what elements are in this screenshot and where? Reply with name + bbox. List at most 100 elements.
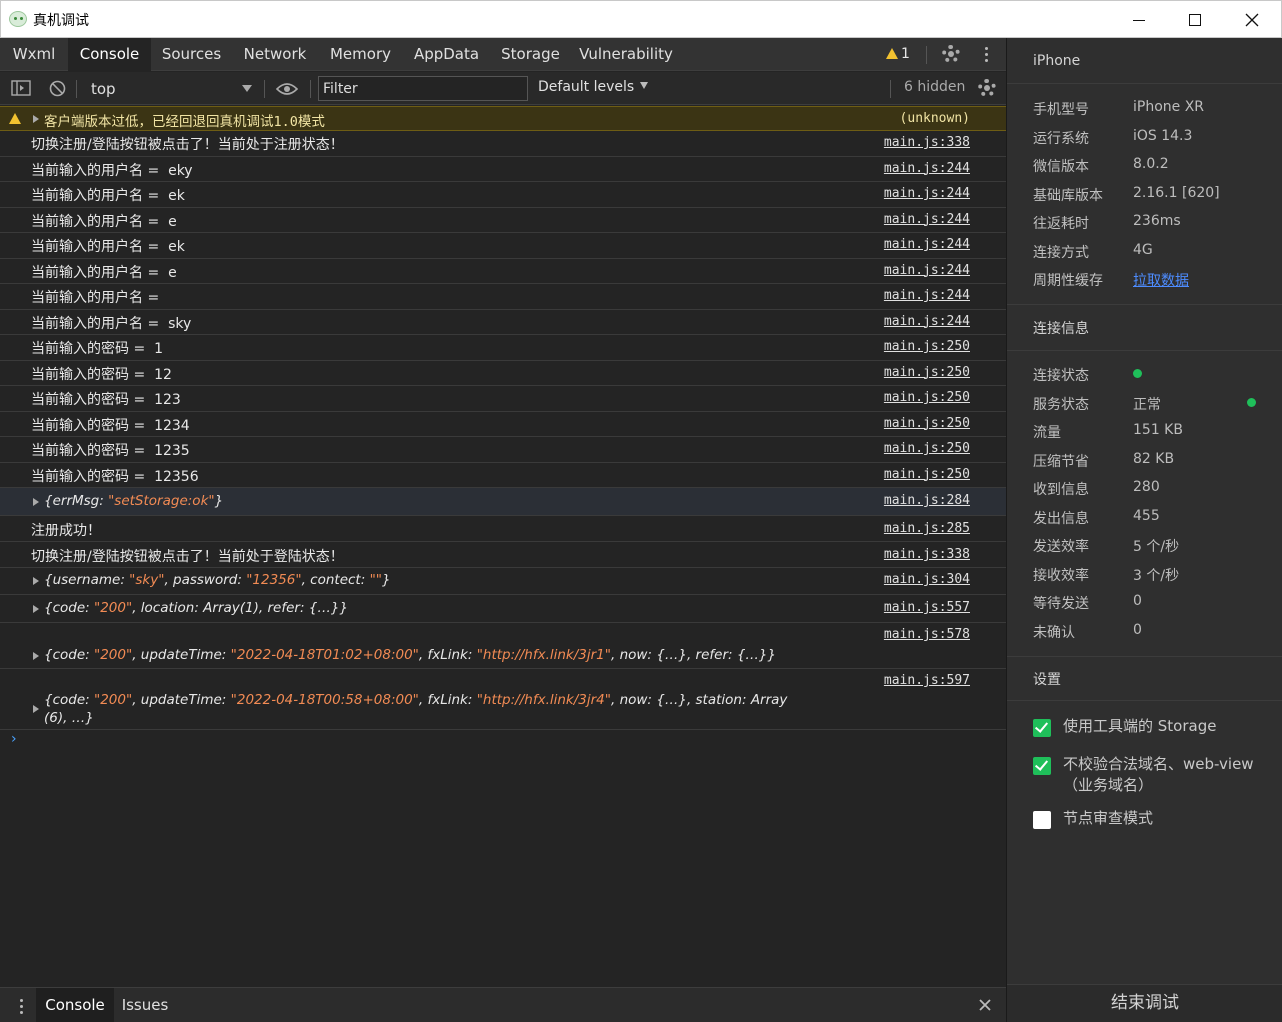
connection-field-label: 服务状态: [1033, 396, 1089, 413]
end-debug-button[interactable]: 结束调试: [1007, 984, 1282, 1022]
connection-field-value: 151 KB: [1133, 422, 1183, 438]
clear-console-icon[interactable]: [49, 80, 66, 97]
expand-arrow-icon[interactable]: [33, 605, 39, 613]
tab-sources[interactable]: Sources: [151, 38, 232, 71]
filter-input[interactable]: [318, 76, 528, 101]
setting-checkbox[interactable]: [1033, 811, 1051, 829]
log-source-link[interactable]: main.js:244: [884, 288, 970, 303]
log-source-link[interactable]: main.js:285: [884, 521, 970, 536]
log-message: 注册成功！: [31, 523, 101, 539]
connection-field-label: 发送效率: [1033, 539, 1089, 555]
log-message: 切换注册/登陆按钮被点击了！当前处于注册状态！: [31, 137, 344, 153]
log-source-link[interactable]: main.js:244: [884, 161, 970, 176]
log-row-object[interactable]: main.js:597 {code: "200", updateTime: "2…: [0, 669, 1006, 730]
expand-arrow-icon[interactable]: [33, 577, 39, 585]
log-source-link[interactable]: main.js:597: [884, 673, 970, 688]
warning-icon: [886, 48, 898, 59]
device-field-label: 基础库版本: [1033, 187, 1103, 204]
log-row: 当前输入的用户名 = e main.js:244: [0, 259, 1006, 284]
setting-label: 节点审查模式: [1063, 809, 1154, 827]
log-source-link[interactable]: main.js:250: [884, 416, 970, 431]
expand-arrow-icon[interactable]: [33, 498, 39, 506]
log-source-link[interactable]: main.js:250: [884, 441, 970, 456]
sidebar-toggle-icon[interactable]: [11, 80, 31, 96]
log-levels-dropdown[interactable]: Default levels: [538, 79, 649, 95]
connection-field-label: 流量: [1033, 425, 1061, 441]
device-field-value: 4G: [1133, 241, 1153, 258]
live-expression-eye-icon[interactable]: [276, 82, 298, 96]
pull-data-link[interactable]: 拉取数据: [1133, 270, 1189, 290]
setting-label: 使用工具端的 Storage: [1063, 717, 1217, 735]
log-source-link[interactable]: main.js:244: [884, 314, 970, 329]
connection-field-value: 0: [1133, 621, 1142, 638]
context-selector[interactable]: top: [84, 76, 258, 101]
log-source-link[interactable]: main.js:304: [884, 572, 970, 587]
tab-vulnerability[interactable]: Vulnerability: [571, 38, 681, 71]
connection-field-value: 3 个/秒: [1133, 567, 1180, 584]
maximize-button[interactable]: [1167, 1, 1223, 39]
log-message: 当前输入的密码 = 12356: [31, 468, 199, 485]
log-row: 当前输入的密码 = 1234 main.js:250: [0, 412, 1006, 437]
connection-field-value: 5 个/秒: [1133, 539, 1180, 555]
drawer-menu-icon[interactable]: [20, 999, 24, 1017]
log-object: {username: "sky", password: "12356", con…: [44, 572, 391, 588]
tab-appdata[interactable]: AppData: [403, 38, 490, 71]
close-icon: [1245, 13, 1259, 27]
log-source-link[interactable]: main.js:250: [884, 365, 970, 380]
setting-checkbox[interactable]: [1033, 757, 1051, 775]
log-source-link[interactable]: main.js:250: [884, 390, 970, 405]
log-row-object[interactable]: {code: "200", location: Array(1), refer:…: [0, 595, 1006, 623]
tab-network[interactable]: Network: [232, 38, 318, 71]
console-prompt[interactable]: ›: [0, 730, 1006, 754]
expand-arrow-icon[interactable]: [33, 115, 39, 123]
warning-icon: [9, 113, 21, 124]
devtools-panel: Wxml Console Sources Network Memory AppD…: [0, 38, 1006, 1022]
close-window-button[interactable]: [1224, 1, 1280, 39]
drawer-tab-console[interactable]: Console: [36, 988, 114, 1022]
log-source-link[interactable]: main.js:244: [884, 237, 970, 252]
log-source-link[interactable]: main.js:578: [884, 627, 970, 642]
expand-arrow-icon[interactable]: [33, 652, 39, 660]
log-row-object[interactable]: main.js:578 {code: "200", updateTime: "2…: [0, 623, 1006, 669]
log-source-link[interactable]: main.js:557: [884, 600, 970, 615]
tab-wxml[interactable]: Wxml: [0, 38, 68, 71]
expand-arrow-icon[interactable]: [33, 705, 39, 713]
log-row: 切换注册/登陆按钮被点击了！当前处于注册状态！ main.js:338: [0, 131, 1006, 157]
log-source-link[interactable]: main.js:250: [884, 339, 970, 354]
more-menu-icon[interactable]: [985, 47, 989, 65]
divider: [1007, 350, 1282, 351]
log-source-link[interactable]: main.js:244: [884, 186, 970, 201]
log-message: 当前输入的用户名 = e: [31, 264, 177, 281]
warning-message-row[interactable]: 客户端版本过低，已经回退回真机调试1.0模式 (unknown): [0, 106, 1006, 131]
log-row-object[interactable]: {errMsg: "setStorage:ok"} main.js:284: [0, 488, 1006, 516]
setting-checkbox[interactable]: [1033, 719, 1051, 737]
log-source-link[interactable]: main.js:338: [884, 547, 970, 562]
hidden-count: 6 hidden: [904, 79, 966, 95]
connection-field-value: 82 KB: [1133, 450, 1175, 467]
tab-console[interactable]: Console: [68, 38, 151, 71]
device-field-value: iPhone XR: [1133, 99, 1205, 115]
context-value: top: [91, 80, 116, 98]
tab-storage[interactable]: Storage: [490, 38, 571, 71]
device-field-label: 微信版本: [1033, 159, 1089, 175]
log-source-link[interactable]: main.js:338: [884, 135, 970, 150]
close-drawer-icon[interactable]: [978, 998, 992, 1012]
connection-field-label: 收到信息: [1033, 482, 1089, 498]
log-row: 切换注册/登陆按钮被点击了！当前处于登陆状态！ main.js:338: [0, 542, 1006, 568]
log-source-link[interactable]: main.js:250: [884, 467, 970, 482]
log-source-link[interactable]: main.js:244: [884, 212, 970, 227]
log-source-link[interactable]: main.js:284: [884, 493, 970, 508]
console-settings-gear-icon[interactable]: [978, 79, 996, 97]
log-message: 当前输入的密码 = 12: [31, 366, 172, 383]
chevron-down-icon: [242, 85, 252, 92]
log-row-object[interactable]: {username: "sky", password: "12356", con…: [0, 568, 1006, 595]
log-row: 当前输入的密码 = 1 main.js:250: [0, 335, 1006, 361]
warning-counter[interactable]: 1: [886, 46, 910, 62]
log-object: {code: "200", updateTime: "2022-04-18T01…: [44, 647, 777, 663]
drawer-tab-issues[interactable]: Issues: [114, 988, 176, 1022]
minimize-button[interactable]: [1111, 1, 1167, 39]
divider: [1007, 656, 1282, 657]
log-source-link[interactable]: main.js:244: [884, 263, 970, 278]
tab-memory[interactable]: Memory: [318, 38, 403, 71]
settings-gear-icon[interactable]: [942, 45, 960, 63]
